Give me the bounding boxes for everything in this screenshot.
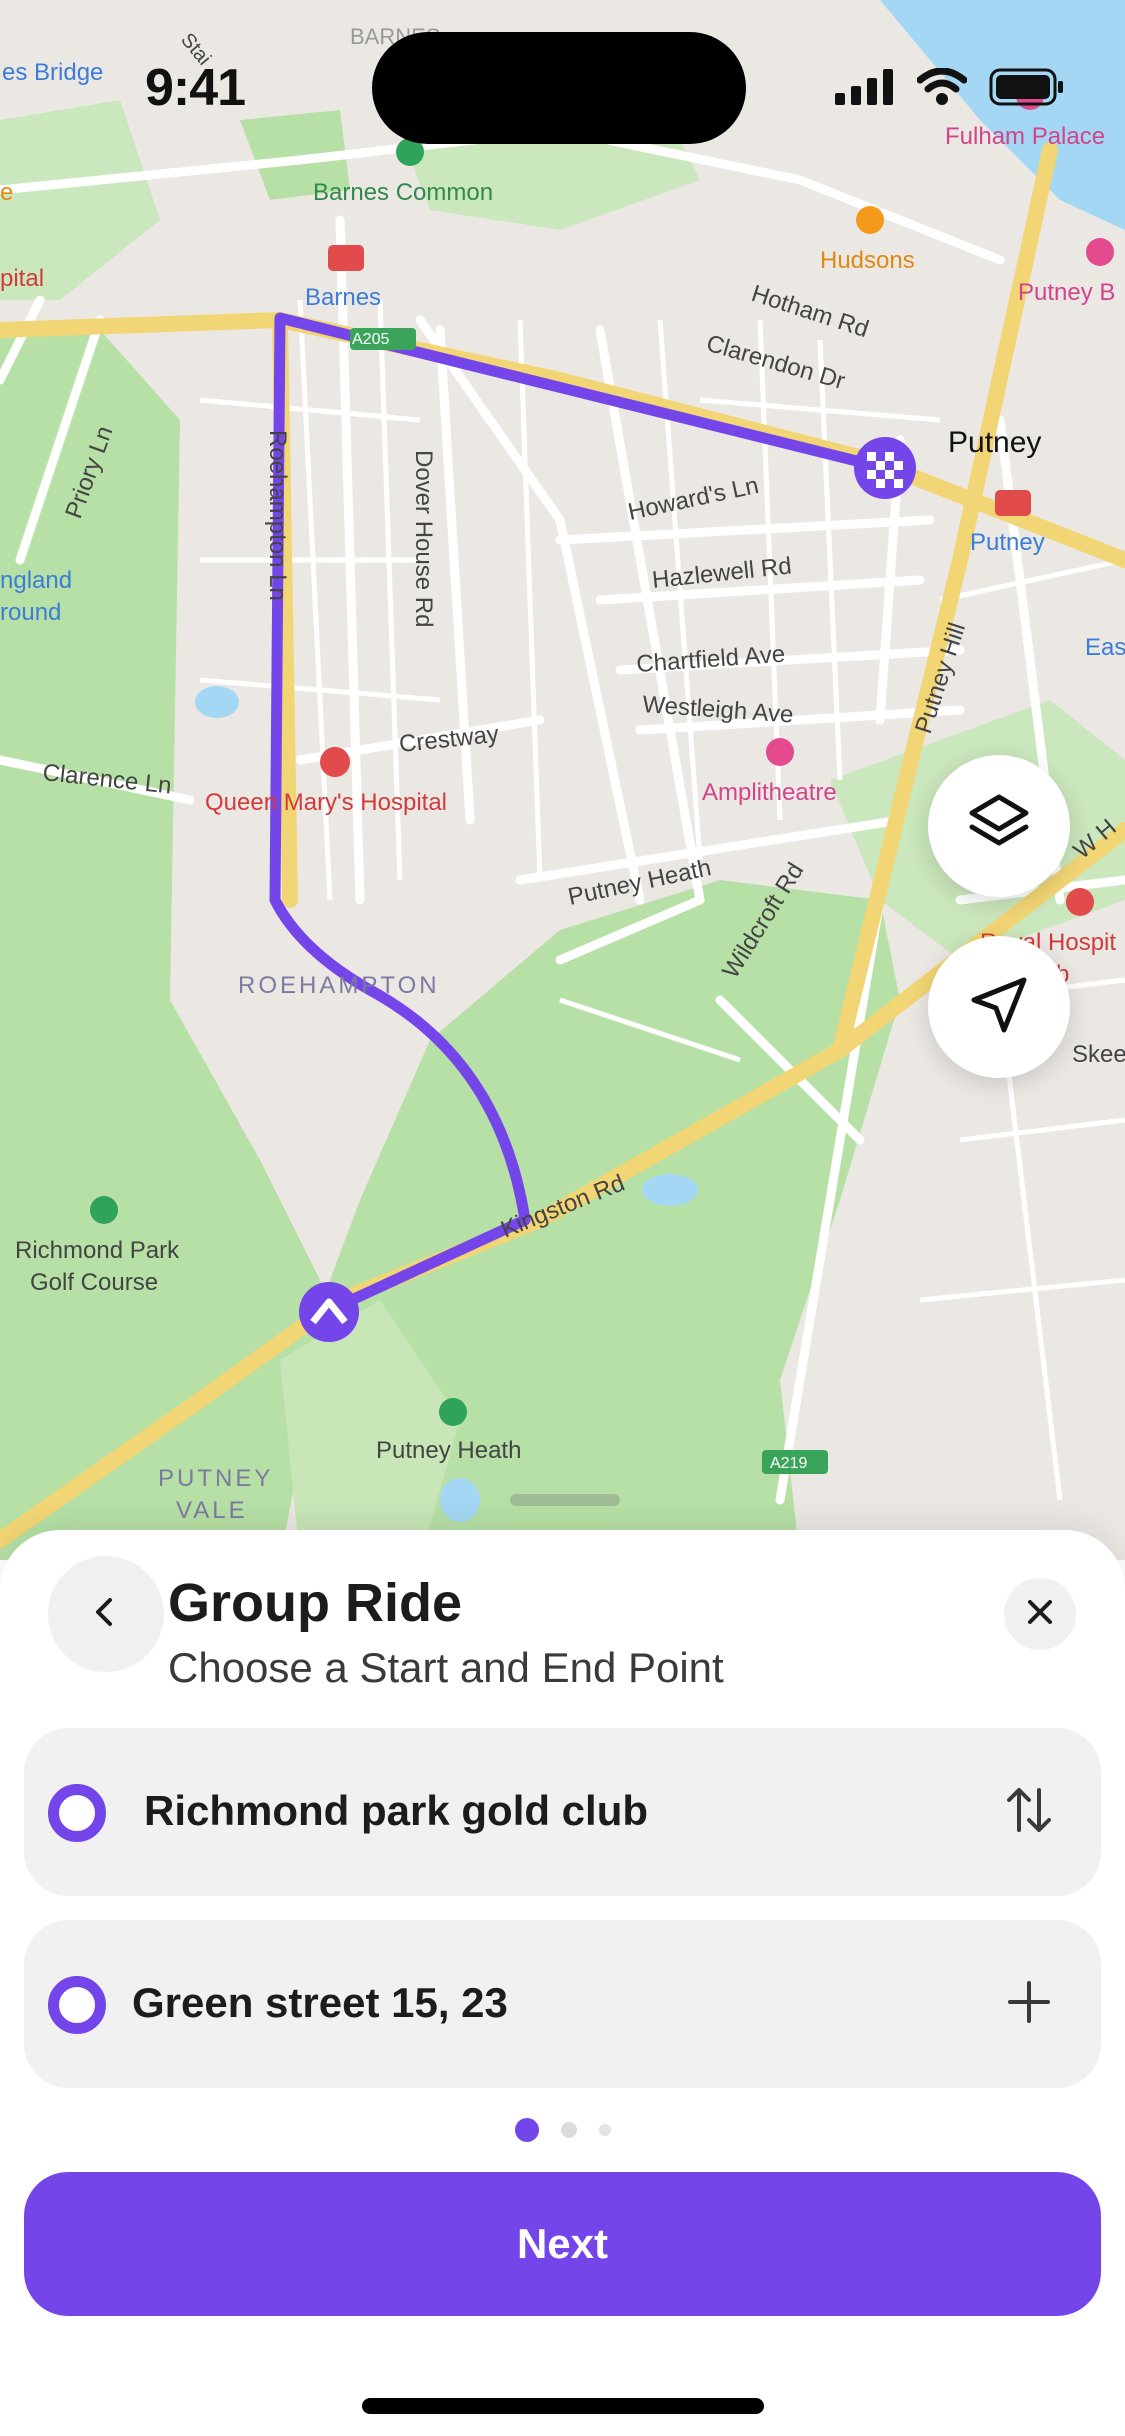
map-label: pital	[0, 265, 44, 292]
pagination-dots	[515, 2118, 611, 2142]
end-point-marker-icon	[48, 1976, 106, 2034]
end-point-value[interactable]: Green street 15, 23	[132, 1979, 508, 2027]
sheet-grabber[interactable]	[510, 1494, 620, 1506]
map-label: Amplitheatre	[702, 779, 837, 806]
map-label: Golf Course	[30, 1269, 158, 1296]
start-point-field[interactable]: Richmond park gold club	[24, 1728, 1101, 1896]
back-button[interactable]	[48, 1556, 164, 1672]
map-label: ROEHAMPTON	[238, 972, 440, 999]
swap-vertical-icon	[999, 1780, 1059, 1845]
status-time: 9:41	[145, 59, 246, 117]
map-label: round	[0, 599, 61, 626]
pond	[440, 1478, 480, 1522]
close-icon	[1022, 1594, 1058, 1635]
map-label: A219	[770, 1455, 807, 1472]
map-label: ngland	[0, 567, 72, 594]
home-indicator[interactable]	[362, 2398, 764, 2414]
map-layers-button[interactable]	[928, 755, 1070, 897]
map-label: Hudsons	[820, 247, 915, 274]
pagination-dot	[599, 2124, 611, 2136]
map-label: e	[0, 179, 13, 206]
map-label: Putney Heath	[376, 1437, 521, 1464]
dynamic-island	[372, 32, 746, 144]
plus-icon	[1004, 1977, 1054, 2032]
map-label: Barnes	[305, 284, 381, 311]
map-label: Roehampton Ln	[264, 430, 291, 601]
swap-points-button[interactable]	[989, 1772, 1069, 1852]
sheet-subtitle: Choose a Start and End Point	[168, 1644, 724, 1691]
map-label: Putney B	[1018, 279, 1115, 306]
pagination-dot	[561, 2122, 577, 2138]
map-label: Barnes Common	[313, 179, 493, 206]
pond	[642, 1174, 698, 1206]
layers-icon	[964, 789, 1034, 864]
status-icons	[835, 67, 1065, 111]
cellular-signal-icon	[835, 69, 895, 110]
start-point-marker-icon	[48, 1784, 106, 1842]
start-pin[interactable]	[299, 1282, 359, 1342]
map-label: Dover House Rd	[410, 450, 437, 627]
sheet-title: Group Ride	[168, 1573, 462, 1633]
map-label: PUTNEY	[158, 1465, 273, 1492]
battery-icon	[989, 68, 1065, 111]
map-label: Putney	[948, 426, 1041, 459]
status-bar: 9:41	[0, 0, 1125, 144]
map-label: Skee	[1072, 1041, 1125, 1068]
recenter-location-button[interactable]	[928, 936, 1070, 1078]
map-label: Richmond Park	[15, 1237, 180, 1264]
map-label: Queen Mary's Hospital	[205, 789, 447, 816]
start-point-value[interactable]: Richmond park gold club	[144, 1787, 648, 1835]
close-button[interactable]	[1004, 1578, 1076, 1650]
map-label: Putney	[970, 529, 1045, 556]
map-label: A205	[352, 331, 389, 348]
map-label: East	[1085, 634, 1125, 661]
chevron-left-icon	[86, 1592, 126, 1637]
next-button[interactable]: Next	[24, 2172, 1101, 2316]
end-point-field[interactable]: Green street 15, 23	[24, 1920, 1101, 2088]
add-stop-button[interactable]	[989, 1964, 1069, 2044]
map-label: VALE	[176, 1497, 248, 1524]
navigation-arrow-icon	[964, 970, 1034, 1045]
wifi-icon	[916, 67, 968, 111]
finish-flag-pin[interactable]	[854, 437, 916, 499]
pond	[195, 686, 239, 718]
pagination-dot-active	[515, 2118, 539, 2142]
